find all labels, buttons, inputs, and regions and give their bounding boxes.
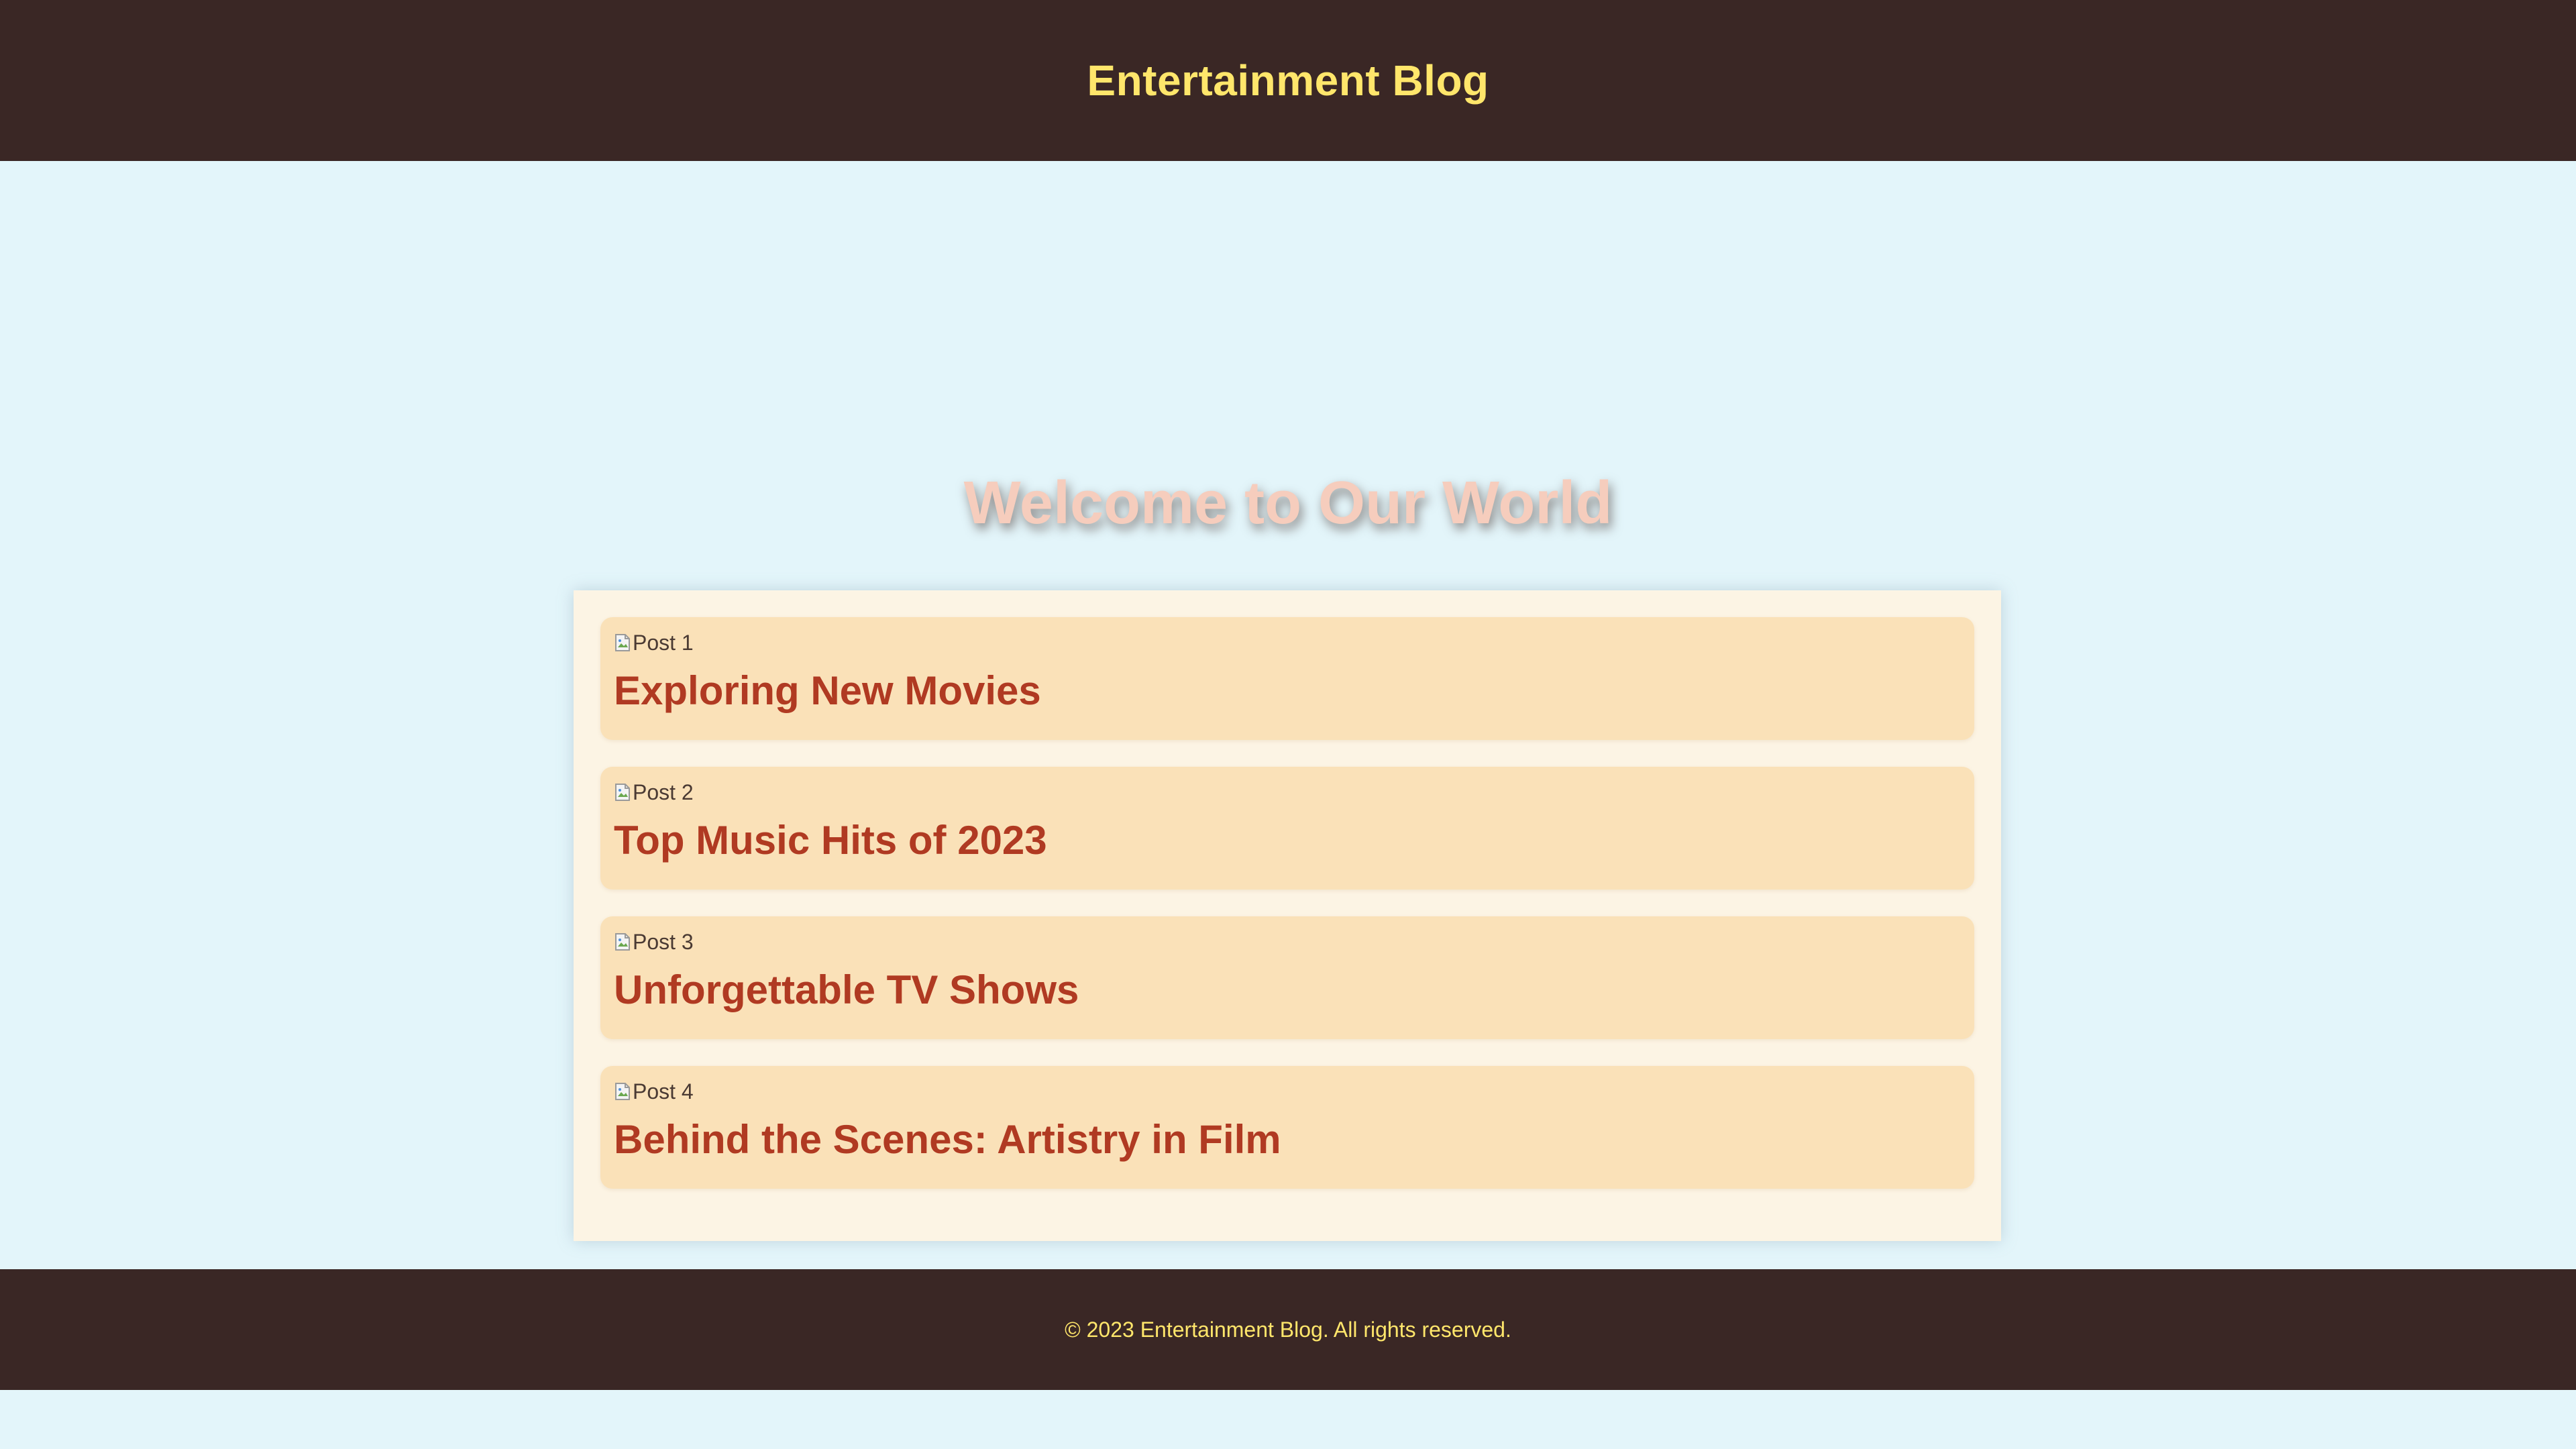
post-title[interactable]: Unforgettable TV Shows (614, 966, 1961, 1014)
post-card[interactable]: Post 3 Unforgettable TV Shows (600, 916, 1974, 1039)
post-card[interactable]: Post 1 Exploring New Movies (600, 617, 1974, 740)
post-image: Post 2 (614, 777, 1961, 807)
posts-panel: Post 1 Exploring New Movies Post 2 Top M… (574, 590, 2001, 1241)
broken-image-icon (614, 633, 631, 653)
post-title[interactable]: Exploring New Movies (614, 667, 1961, 715)
site-footer: © 2023 Entertainment Blog. All rights re… (0, 1269, 2576, 1390)
broken-image-icon (614, 932, 631, 952)
post-card[interactable]: Post 4 Behind the Scenes: Artistry in Fi… (600, 1066, 1974, 1189)
post-image-alt: Post 3 (633, 929, 694, 954)
post-card[interactable]: Post 2 Top Music Hits of 2023 (600, 767, 1974, 890)
broken-image-icon (614, 782, 631, 802)
post-image-alt: Post 1 (633, 630, 694, 655)
post-image: Post 1 (614, 628, 1961, 657)
post-image-alt: Post 4 (633, 1079, 694, 1104)
broken-image-icon (614, 1081, 631, 1102)
post-image: Post 3 (614, 927, 1961, 957)
site-title: Entertainment Blog (1087, 56, 1489, 105)
site-header: Entertainment Blog (0, 0, 2576, 161)
post-image: Post 4 (614, 1077, 1961, 1106)
hero-heading: Welcome to Our World (963, 470, 1613, 537)
footer-copyright: © 2023 Entertainment Blog. All rights re… (1065, 1317, 1511, 1342)
post-title[interactable]: Behind the Scenes: Artistry in Film (614, 1116, 1961, 1164)
post-image-alt: Post 2 (633, 780, 694, 804)
post-title[interactable]: Top Music Hits of 2023 (614, 816, 1961, 865)
